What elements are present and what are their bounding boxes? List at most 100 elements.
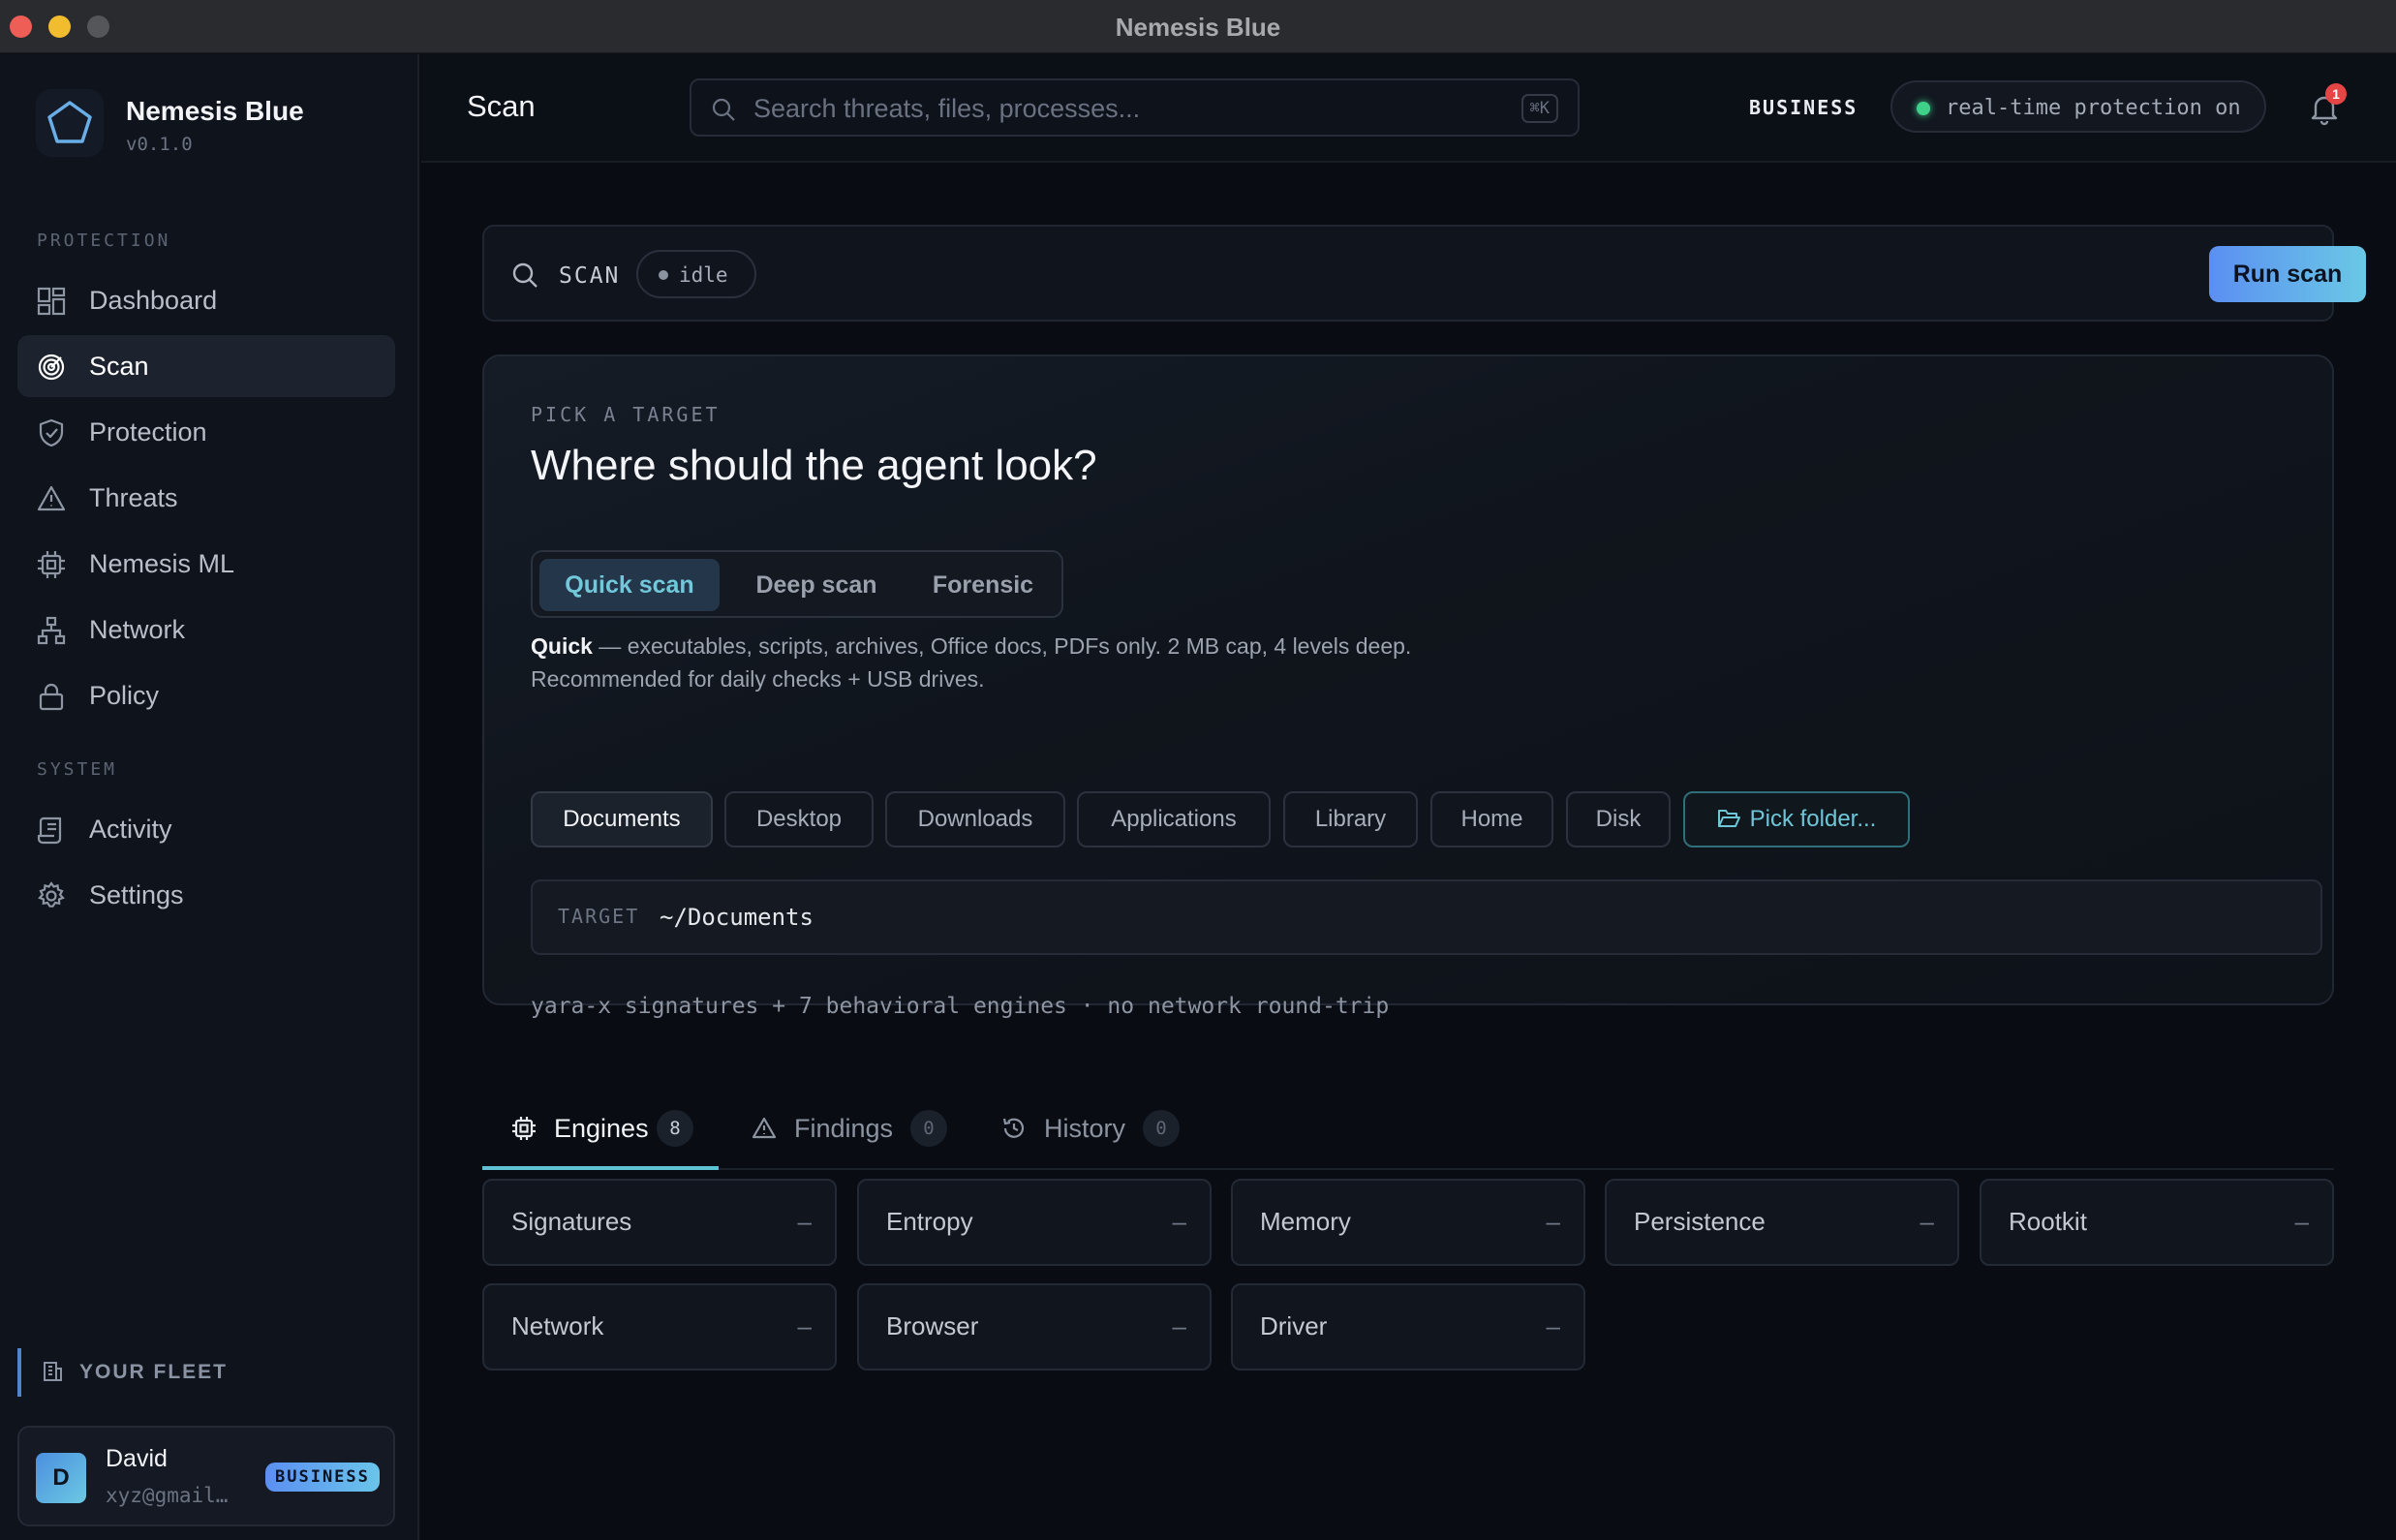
section-label-system: SYSTEM [37,759,118,780]
engine-name: Entropy [886,1207,973,1236]
target-path-field[interactable]: TARGET ~/Documents [531,879,2322,955]
run-scan-button[interactable]: Run scan [2209,246,2366,302]
mode-description-text: — executables, scripts, archives, Office… [592,633,1412,659]
brand-name: Nemesis Blue [126,96,304,126]
engine-card-signatures[interactable]: Signatures – [482,1179,837,1266]
pick-folder-label: Pick folder... [1749,806,1877,832]
engine-name: Browser [886,1311,979,1340]
mode-deep-scan[interactable]: Deep scan [726,559,906,611]
engine-status: – [2294,1207,2309,1236]
status-badge: idle [636,250,756,298]
target-card: PICK A TARGET Where should the agent loo… [482,354,2334,1019]
shield-icon [39,418,64,447]
scan-mode-selector: Quick scan Deep scan Forensic [531,550,1063,618]
sidebar-item-label: Threats [89,483,178,512]
scan-bar: SCAN idle Run scan [482,225,2366,322]
sidebar-item-label: Dashboard [89,286,218,315]
sidebar-item-label: Scan [89,352,149,381]
building-icon [44,1362,62,1381]
location-disk[interactable]: Disk [1566,791,1671,847]
gear-icon [38,881,65,908]
sidebar-item-label: Activity [89,815,172,844]
tab-label: History [1044,1114,1126,1143]
results-tabs: Engines 8 Findings 0 History 0 [482,1093,2334,1170]
sidebar-item-protection[interactable]: Protection [17,401,395,463]
engine-name: Network [511,1311,604,1340]
status-text: idle [679,263,728,287]
pick-folder-button[interactable]: Pick folder... [1683,791,1910,847]
sidebar-item-scan[interactable]: Scan [17,335,395,397]
tab-findings[interactable]: Findings 0 [722,1093,963,1170]
location-home[interactable]: Home [1430,791,1553,847]
tab-label: Findings [794,1114,894,1143]
engine-status: – [1172,1311,1186,1340]
lock-icon [39,683,64,711]
your-fleet-label: YOUR FLEET [79,1361,229,1383]
network-icon [37,616,66,645]
engine-card-memory[interactable]: Memory – [1231,1179,1585,1266]
tab-label: Engines [554,1114,649,1143]
scan-label: SCAN [559,263,621,289]
engine-card-persistence[interactable]: Persistence – [1605,1179,1959,1266]
mode-quick-scan[interactable]: Quick scan [539,559,720,611]
target-path-value: ~/Documents [660,904,814,931]
user-card[interactable]: D David xyz@gmail… BUSINESS [17,1426,395,1526]
sidebar-item-activity[interactable]: Activity [17,798,395,860]
engine-status: – [1920,1207,1934,1236]
engine-status: – [1172,1207,1186,1236]
plan-badge: BUSINESS [265,1463,380,1492]
location-downloads[interactable]: Downloads [885,791,1065,847]
engine-status: – [797,1311,812,1340]
main-content: Scan ⌘K BUSINESS real-time protection on… [421,54,2396,1540]
mode-forensic[interactable]: Forensic [910,559,1056,611]
card-title: Where should the agent look? [531,442,1097,489]
sidebar-item-nemesis-ml[interactable]: Nemesis ML [17,533,395,595]
engine-status: – [1546,1207,1560,1236]
engine-card-driver[interactable]: Driver – [1231,1283,1585,1371]
sidebar-item-settings[interactable]: Settings [17,864,395,926]
section-label-protection: PROTECTION [37,231,171,251]
status-on-icon [1917,102,1930,115]
header: Scan ⌘K BUSINESS real-time protection on… [421,54,2396,163]
scroll-icon [37,816,62,845]
engine-card-rootkit[interactable]: Rootkit – [1980,1179,2334,1266]
engine-status: – [797,1207,812,1236]
dashboard-icon [37,287,66,316]
mode-recommendation: Recommended for daily checks + USB drive… [531,666,985,692]
target-key-label: TARGET [558,905,640,928]
chip-icon [512,1117,536,1140]
brand-version: v0.1.0 [126,134,193,155]
your-fleet-link[interactable]: YOUR FLEET [17,1348,395,1397]
sidebar-item-label: Nemesis ML [89,549,235,578]
engine-card-network[interactable]: Network – [482,1283,837,1371]
search-icon [512,262,538,288]
sidebar-item-network[interactable]: Network [17,599,395,661]
engine-name: Memory [1260,1207,1351,1236]
search-bar[interactable]: ⌘K [690,78,1580,137]
mode-description: Quick — executables, scripts, archives, … [531,633,1411,660]
protection-status[interactable]: real-time protection on [1890,80,2266,133]
location-library[interactable]: Library [1283,791,1418,847]
folder-open-icon [1717,809,1740,827]
status-dot-icon [659,270,668,280]
engine-card-entropy[interactable]: Entropy – [857,1179,1212,1266]
sidebar-item-threats[interactable]: Threats [17,467,395,529]
sidebar-item-dashboard[interactable]: Dashboard [17,269,395,331]
mode-name: Quick [531,633,593,659]
user-name: David [106,1445,168,1472]
location-applications[interactable]: Applications [1077,791,1271,847]
engine-name: Rootkit [2009,1207,2087,1236]
radar-icon [38,354,65,381]
sidebar-item-policy[interactable]: Policy [17,664,395,726]
notification-badge: 1 [2325,83,2347,105]
tab-engines[interactable]: Engines 8 [482,1093,719,1170]
location-desktop[interactable]: Desktop [724,791,874,847]
tab-count: 0 [1143,1110,1180,1147]
history-icon [1002,1118,1025,1138]
engine-card-browser[interactable]: Browser – [857,1283,1212,1371]
tab-history[interactable]: History 0 [972,1093,1205,1170]
location-documents[interactable]: Documents [531,791,713,847]
engine-status: – [1546,1311,1560,1340]
protection-status-text: real-time protection on [1946,96,2241,120]
search-input[interactable] [753,92,1490,125]
